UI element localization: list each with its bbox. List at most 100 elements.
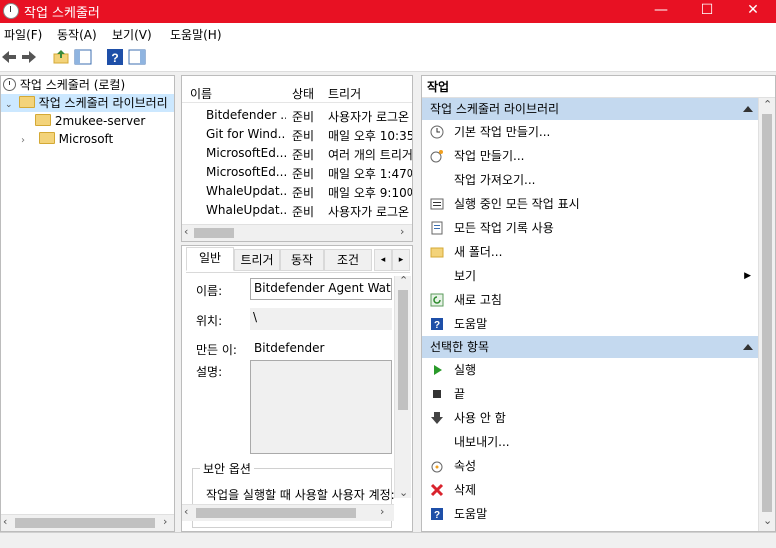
scroll-left-icon[interactable]: ‹ — [184, 505, 188, 518]
action-properties[interactable]: 속성 — [422, 454, 775, 478]
action-new-folder[interactable]: 새 폴더... — [422, 240, 775, 264]
minimize-button[interactable]: — — [638, 0, 684, 23]
section-library-label: 작업 스케줄러 라이브러리 — [430, 102, 560, 116]
task-trigger: 매일 오후 10:35 — [328, 129, 412, 143]
scroll-down-icon[interactable]: ⌄ — [763, 514, 772, 527]
tree-item-label: Microsoft — [58, 132, 114, 146]
horizontal-scrollbar[interactable]: ‹ › — [182, 504, 394, 521]
status-bar — [0, 532, 776, 548]
table-row[interactable]: WhaleUpdat... 준비 매일 오후 9:10에 — [182, 182, 412, 201]
help-icon: ? — [431, 318, 443, 331]
close-button[interactable]: ✕ — [730, 0, 776, 23]
task-list: 이름 상태 트리거 Bitdefender ... 준비 사용자가 로그온 Gi… — [181, 75, 413, 242]
scroll-thumb[interactable] — [196, 508, 356, 518]
menu-bar: 파일(F) 동작(A) 보기(V) 도움말(H) — [0, 23, 776, 44]
column-header-name[interactable]: 이름 — [190, 85, 212, 102]
action-create-task[interactable]: 작업 만들기... — [422, 144, 775, 168]
scroll-thumb[interactable] — [194, 228, 234, 238]
vertical-scrollbar[interactable]: ⌃ ⌄ — [394, 274, 411, 499]
scroll-left-icon[interactable]: ‹ — [3, 515, 7, 528]
vertical-scrollbar[interactable]: ⌃ ⌄ — [758, 98, 775, 531]
task-trigger: 사용자가 로그온 — [328, 110, 410, 124]
scroll-right-icon[interactable]: › — [163, 515, 167, 528]
action-label: 실행 중인 모든 작업 표시 — [454, 197, 580, 211]
action-end[interactable]: 끝 — [422, 382, 775, 406]
section-library[interactable]: 작업 스케줄러 라이브러리 — [422, 98, 775, 120]
tab-scroll-right-icon[interactable]: ▸ — [392, 249, 410, 271]
action-help-selected[interactable]: ? 도움말 — [422, 502, 775, 526]
action-run[interactable]: 실행 — [422, 358, 775, 382]
table-row[interactable]: WhaleUpdat... 준비 사용자가 로그온 — [182, 201, 412, 220]
collapse-icon[interactable] — [743, 344, 753, 350]
scroll-thumb[interactable] — [15, 518, 155, 528]
tab-general[interactable]: 일반 — [186, 247, 234, 271]
tree-item-library[interactable]: ⌄ 작업 스케줄러 라이브러리 — [1, 94, 174, 112]
table-row[interactable]: Git for Wind... 준비 매일 오후 10:35 — [182, 125, 412, 144]
column-header-status[interactable]: 상태 — [292, 85, 314, 102]
list-header: 이름 상태 트리거 — [182, 81, 412, 103]
tree-item-microsoft[interactable]: › Microsoft — [1, 130, 174, 148]
chevron-right-icon[interactable]: › — [21, 132, 35, 150]
action-disable[interactable]: 사용 안 함 — [422, 406, 775, 430]
action-basic-task[interactable]: 기본 작업 만들기... — [422, 120, 775, 144]
action-enable-history[interactable]: 모든 작업 기록 사용 — [422, 216, 775, 240]
scroll-left-icon[interactable]: ‹ — [184, 225, 188, 238]
submenu-arrow-icon: ▶ — [744, 271, 751, 281]
tab-divider — [186, 272, 410, 273]
menu-file[interactable]: 파일(F) — [4, 26, 42, 43]
menu-help[interactable]: 도움말(H) — [170, 26, 222, 43]
back-arrow-icon[interactable] — [0, 48, 18, 66]
chevron-down-icon[interactable]: ⌄ — [5, 96, 15, 114]
show-action-pane-icon[interactable] — [128, 48, 146, 66]
action-refresh[interactable]: 새로 고침 — [422, 288, 775, 312]
horizontal-scrollbar[interactable]: ‹ › — [182, 224, 412, 241]
tab-conditions[interactable]: 조건 — [324, 249, 372, 271]
table-row[interactable]: Bitdefender ... 준비 사용자가 로그온 — [182, 106, 412, 125]
action-show-running[interactable]: 실행 중인 모든 작업 표시 — [422, 192, 775, 216]
action-label: 끝 — [454, 387, 466, 401]
end-icon — [433, 390, 441, 398]
scroll-right-icon[interactable]: › — [380, 505, 384, 518]
collapse-icon[interactable] — [743, 106, 753, 112]
table-row[interactable]: MicrosoftEd... 준비 매일 오후 1:47에 — [182, 163, 412, 182]
name-field[interactable]: Bitdefender Agent WatchDog — [250, 278, 392, 300]
action-import-task[interactable]: 작업 가져오기... — [422, 168, 775, 192]
horizontal-scrollbar[interactable]: ‹ › — [1, 514, 174, 531]
show-hide-tree-icon[interactable] — [74, 48, 92, 66]
scroll-right-icon[interactable]: › — [400, 225, 404, 238]
scroll-up-icon[interactable]: ⌃ — [399, 274, 408, 287]
tab-actions[interactable]: 동작 — [280, 249, 324, 271]
scroll-down-icon[interactable]: ⌄ — [399, 486, 408, 499]
tree-root[interactable]: 작업 스케줄러 (로컬) — [1, 76, 174, 94]
table-row[interactable]: MicrosoftEd... 준비 여러 개의 트리거 — [182, 144, 412, 163]
column-header-trigger[interactable]: 트리거 — [328, 85, 361, 102]
tab-triggers[interactable]: 트리거 — [234, 249, 280, 271]
clock-icon — [3, 3, 19, 19]
task-trigger: 매일 오후 1:47에 — [328, 167, 412, 181]
svg-text:?: ? — [434, 320, 440, 331]
forward-arrow-icon[interactable] — [20, 48, 38, 66]
tab-scroll-left-icon[interactable]: ◂ — [374, 249, 392, 271]
task-trigger: 여러 개의 트리거 — [328, 148, 412, 162]
maximize-button[interactable]: ☐ — [684, 0, 730, 23]
menu-action[interactable]: 동작(A) — [57, 26, 97, 43]
scroll-thumb[interactable] — [762, 114, 772, 512]
action-export[interactable]: 내보내기... — [422, 430, 775, 454]
action-label: 보기 — [454, 269, 477, 283]
action-help[interactable]: ? 도움말 — [422, 312, 775, 336]
menu-view[interactable]: 보기(V) — [112, 26, 152, 43]
action-label: 새 폴더... — [454, 245, 503, 259]
tree-item-2mukee-server[interactable]: 2mukee-server — [1, 112, 174, 130]
task-name: WhaleUpdat... — [206, 184, 286, 198]
task-name: WhaleUpdat... — [206, 203, 286, 217]
up-folder-icon[interactable] — [52, 48, 70, 66]
section-selected-item[interactable]: 선택한 항목 — [422, 336, 775, 358]
action-delete[interactable]: 삭제 — [422, 478, 775, 502]
description-field[interactable] — [250, 360, 392, 454]
scroll-up-icon[interactable]: ⌃ — [763, 98, 772, 111]
task-name: MicrosoftEd... — [206, 165, 286, 179]
scroll-thumb[interactable] — [398, 290, 408, 410]
help-icon[interactable]: ? — [106, 48, 124, 66]
action-label: 작업 가져오기... — [454, 173, 536, 187]
action-view[interactable]: 보기 ▶ — [422, 264, 775, 288]
